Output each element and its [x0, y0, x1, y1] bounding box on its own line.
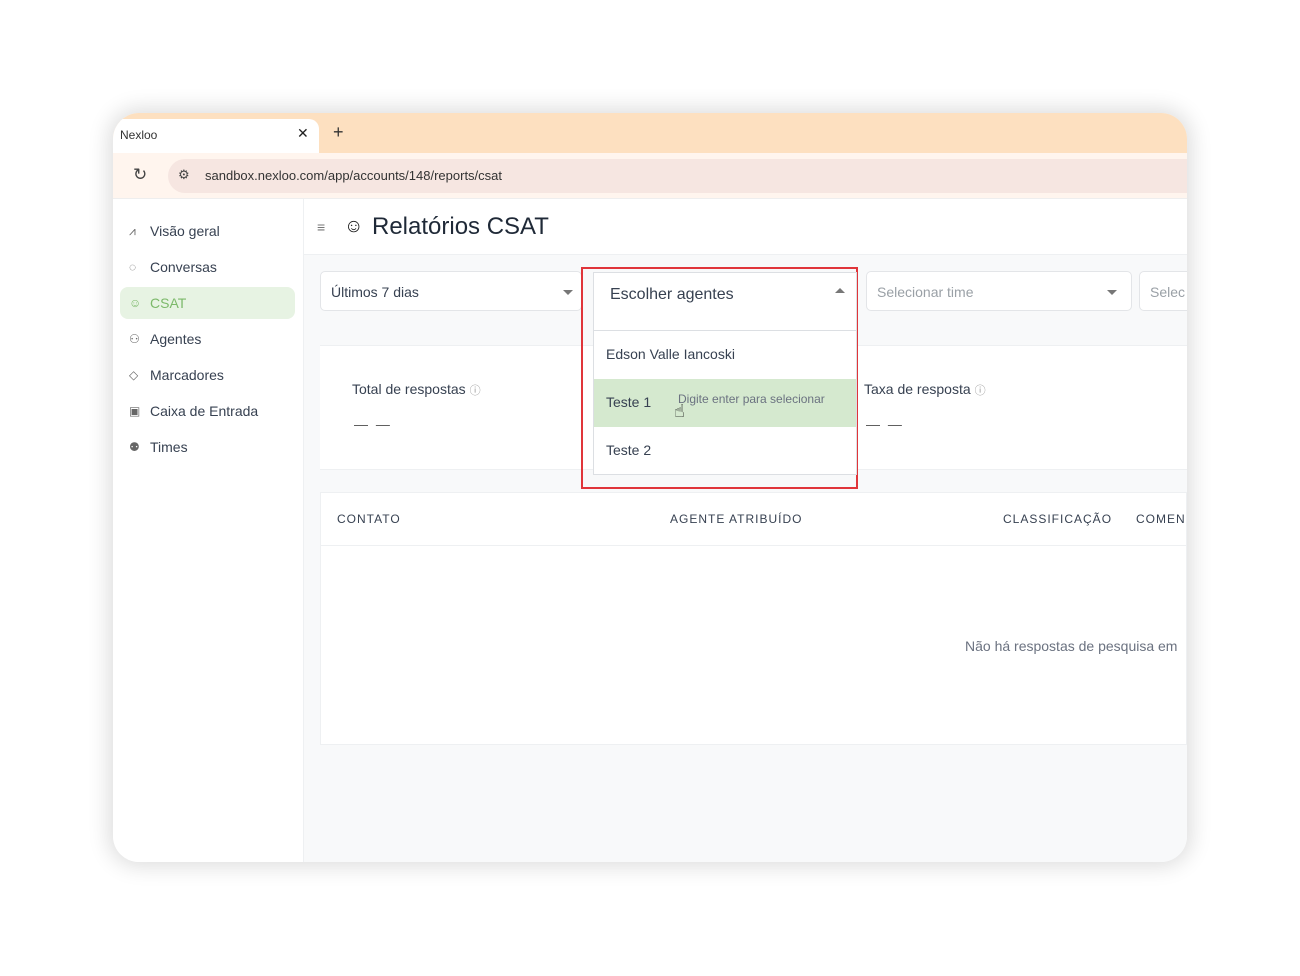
chat-icon: ◌: [129, 260, 137, 274]
chevron-up-icon[interactable]: [835, 288, 845, 293]
sidebar-item-label: Times: [150, 439, 188, 455]
sidebar-item-label: Agentes: [150, 331, 202, 347]
extra-filter-placeholder: Selec: [1150, 284, 1186, 300]
url-text[interactable]: sandbox.nexloo.com/app/accounts/148/repo…: [205, 168, 502, 183]
empty-state-message: Não há respostas de pesquisa em: [965, 638, 1178, 654]
info-icon[interactable]: ⓘ: [470, 385, 481, 397]
total-responses-value: — —: [354, 416, 392, 432]
team-icon: ⚉: [129, 440, 140, 454]
agent-option-label: Teste 2: [606, 442, 652, 458]
browser-tab[interactable]: Nexloo ✕: [113, 119, 319, 153]
reload-icon[interactable]: ↻: [133, 165, 147, 185]
agent-option[interactable]: Teste 1 Digite enter para selecionar ☝: [594, 379, 856, 427]
sidebar-item-label: Caixa de Entrada: [150, 403, 259, 419]
response-rate-value: — —: [866, 416, 904, 432]
table-header: CONTATO AGENTE ATRIBUÍDO CLASSIFICAÇÃO C…: [321, 493, 1187, 546]
total-responses-label: Total de respostas ⓘ: [352, 381, 481, 398]
column-header-comentario[interactable]: COMEN: [1136, 512, 1186, 526]
new-tab-icon[interactable]: +: [333, 122, 344, 143]
smile-icon: ☺: [129, 296, 142, 310]
extra-filter-select[interactable]: Selec: [1139, 271, 1187, 311]
chevron-down-icon: [563, 290, 573, 295]
agents-dropdown[interactable]: Escolher agentes Edson Valle Iancoski Te…: [593, 272, 857, 475]
smile-icon: ☺: [344, 216, 364, 237]
agents-dropdown-header[interactable]: Escolher agentes: [594, 273, 856, 331]
sidebar: ⩘ Visão geral ◌ Conversas ☺ CSAT ⚇ Agent…: [113, 199, 304, 862]
menu-icon[interactable]: ≡: [317, 219, 325, 235]
column-header-classificacao[interactable]: CLASSIFICAÇÃO: [1003, 512, 1112, 526]
sidebar-item-caixa-de-entrada[interactable]: ▣ Caixa de Entrada: [120, 395, 295, 427]
page-header: ≡ ☺ Relatórios CSAT: [304, 199, 1187, 255]
agent-option[interactable]: Edson Valle Iancoski: [594, 331, 856, 379]
agent-option-label: Teste 1: [606, 394, 652, 410]
site-settings-icon[interactable]: ⚙: [178, 167, 190, 183]
chevron-down-icon: [1107, 290, 1117, 295]
sidebar-item-conversas[interactable]: ◌ Conversas: [120, 251, 295, 283]
select-hint: Digite enter para selecionar: [678, 392, 825, 406]
sidebar-item-csat[interactable]: ☺ CSAT: [120, 287, 295, 319]
date-range-value: Últimos 7 dias: [331, 284, 419, 300]
url-field[interactable]: ⚙ sandbox.nexloo.com/app/accounts/148/re…: [168, 159, 1187, 193]
tab-bar: Nexloo ✕ +: [113, 113, 1187, 153]
close-icon[interactable]: ✕: [297, 125, 309, 142]
address-bar: ↻ ⚙ sandbox.nexloo.com/app/accounts/148/…: [113, 153, 1187, 199]
sidebar-item-agentes[interactable]: ⚇ Agentes: [120, 323, 295, 355]
sidebar-item-label: Marcadores: [150, 367, 224, 383]
sidebar-item-label: Visão geral: [150, 223, 220, 239]
agent-option[interactable]: Teste 2: [594, 427, 856, 475]
sidebar-item-label: Conversas: [150, 259, 217, 275]
csat-table: CONTATO AGENTE ATRIBUÍDO CLASSIFICAÇÃO C…: [320, 492, 1187, 745]
agent-option-label: Edson Valle Iancoski: [606, 346, 735, 362]
chart-icon: ⩘: [129, 224, 136, 238]
tag-icon: ◇: [129, 368, 139, 382]
team-placeholder: Selecionar time: [877, 284, 974, 300]
total-responses-text: Total de respostas: [352, 381, 466, 397]
agents-placeholder: Escolher agentes: [610, 286, 734, 303]
info-icon[interactable]: ⓘ: [975, 385, 986, 397]
hand-cursor-icon: ☝: [674, 401, 685, 421]
people-icon: ⚇: [129, 332, 140, 346]
page-title: Relatórios CSAT: [372, 213, 549, 240]
tab-title: Nexloo: [120, 128, 158, 142]
browser-window: Nexloo ✕ + ↻ ⚙ sandbox.nexloo.com/app/ac…: [113, 113, 1187, 862]
team-select[interactable]: Selecionar time: [866, 271, 1132, 311]
column-header-contato[interactable]: CONTATO: [337, 512, 401, 526]
date-range-select[interactable]: Últimos 7 dias: [320, 271, 582, 311]
response-rate-label: Taxa de resposta ⓘ: [864, 381, 986, 398]
column-header-agente[interactable]: AGENTE ATRIBUÍDO: [670, 512, 802, 526]
sidebar-item-marcadores[interactable]: ◇ Marcadores: [120, 359, 295, 391]
sidebar-item-visao-geral[interactable]: ⩘ Visão geral: [120, 215, 295, 247]
sidebar-item-times[interactable]: ⚉ Times: [120, 431, 295, 463]
inbox-icon: ▣: [129, 404, 141, 418]
response-rate-text: Taxa de resposta: [864, 381, 971, 397]
sidebar-item-label: CSAT: [150, 295, 187, 311]
